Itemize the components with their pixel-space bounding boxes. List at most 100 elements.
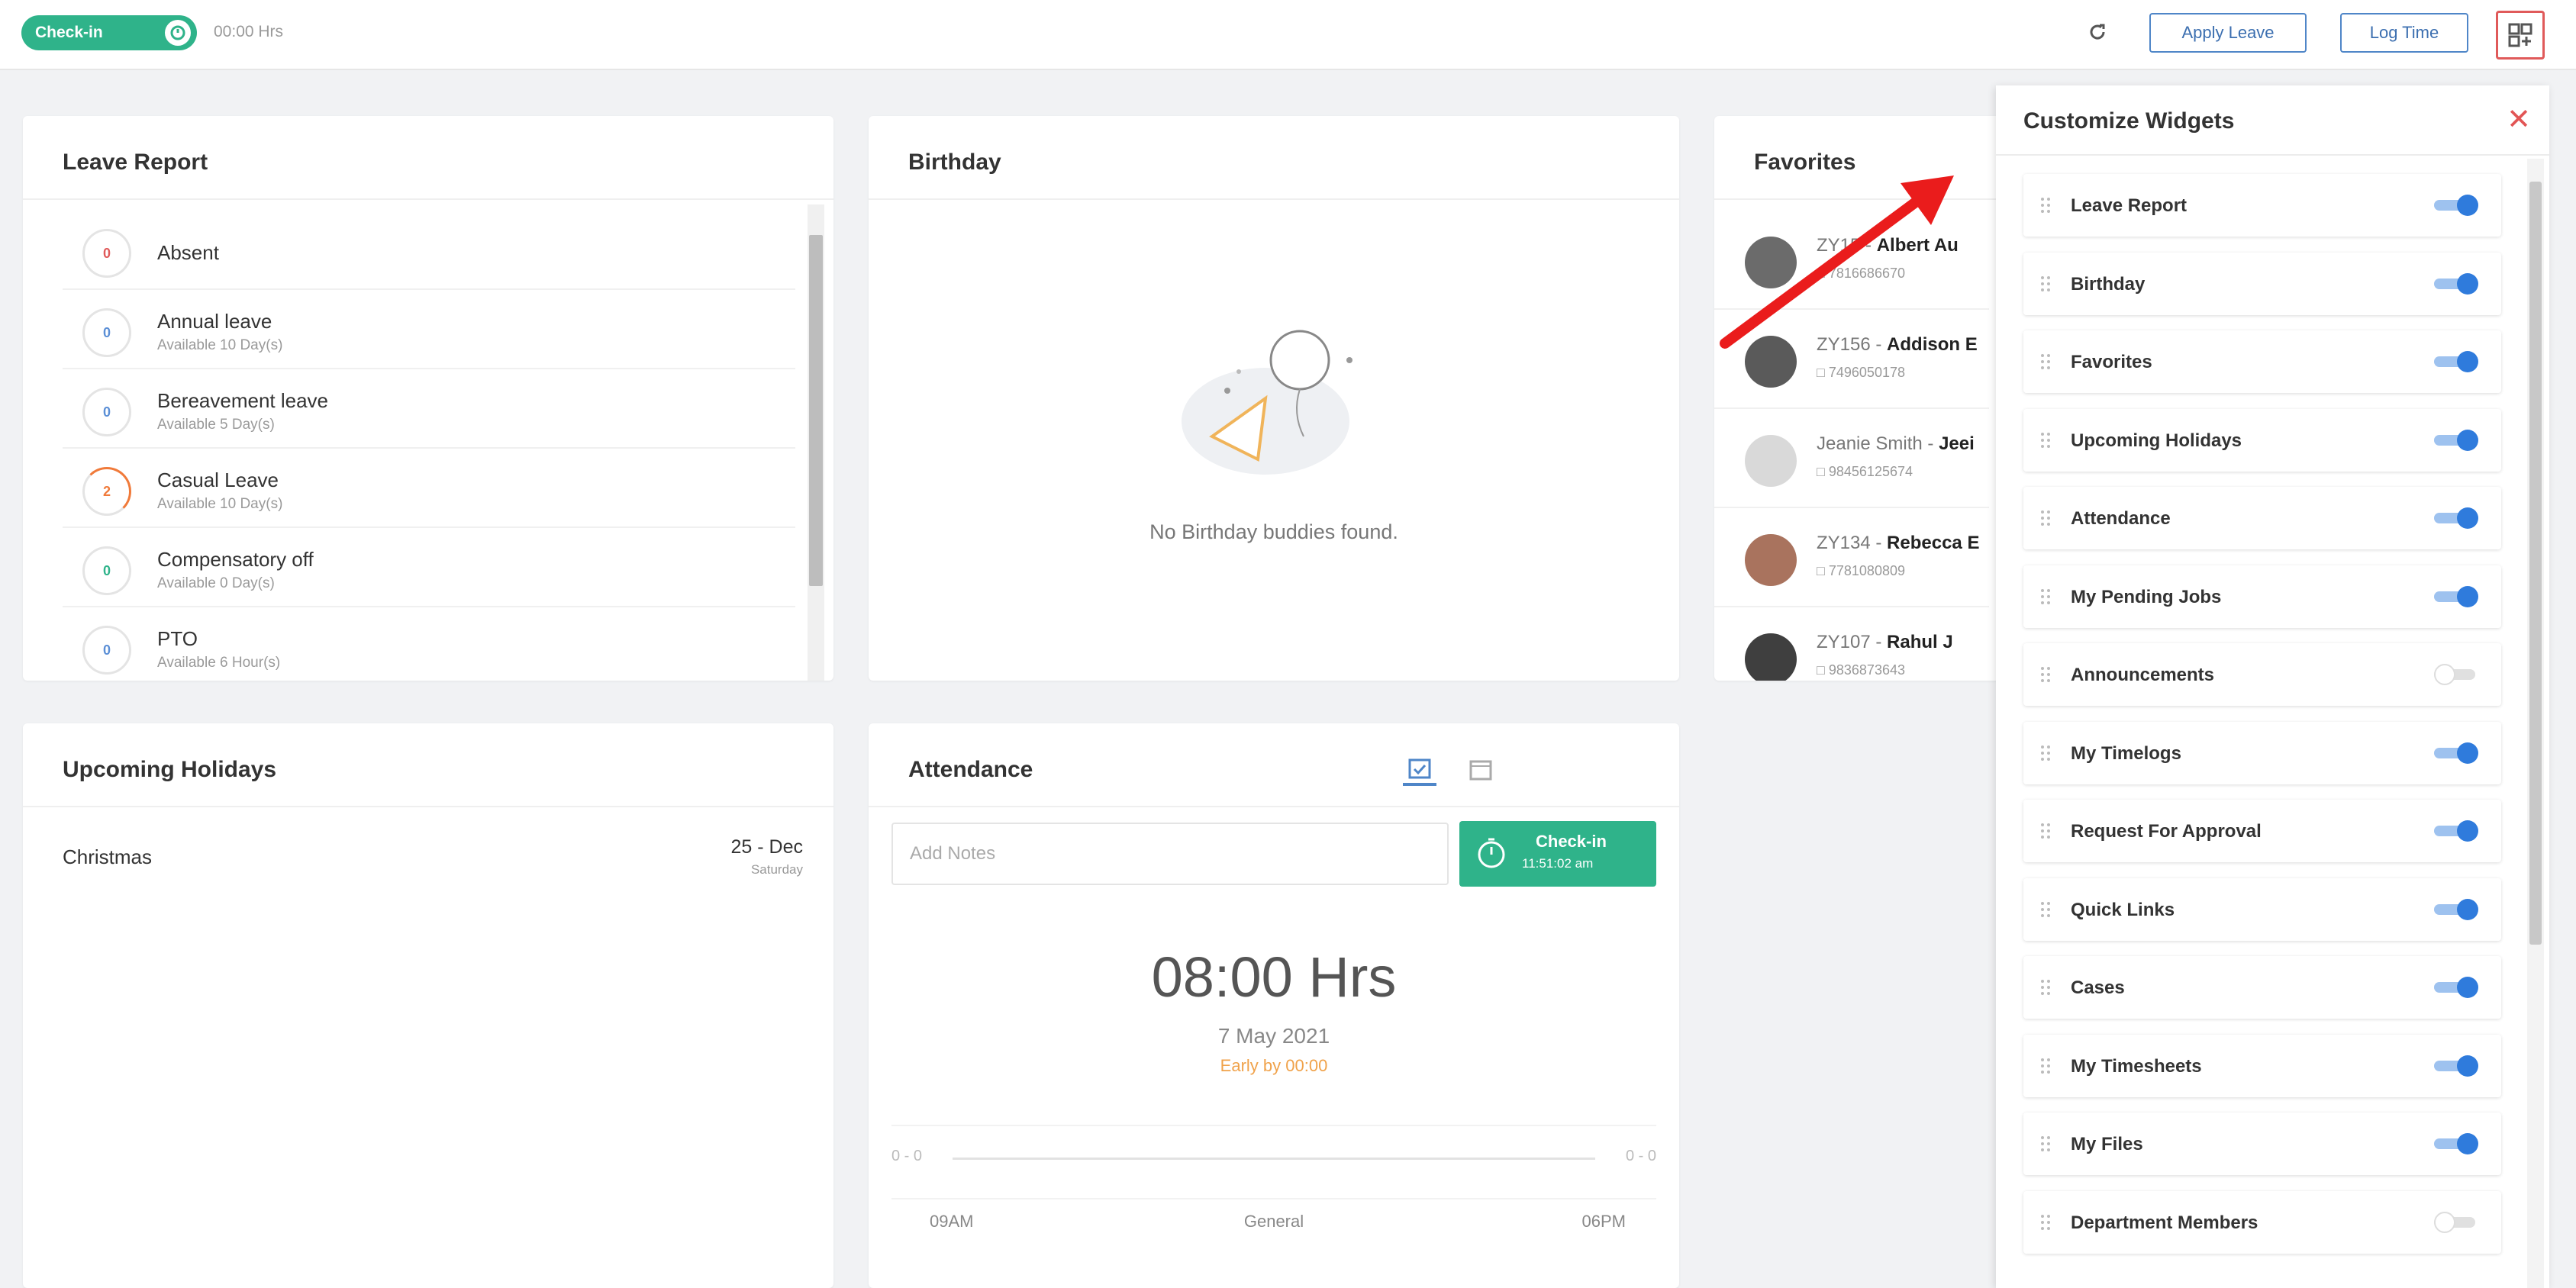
customize-widgets-button[interactable]: [2496, 11, 2545, 60]
widget-toggle-row[interactable]: Birthday: [2023, 252, 2501, 315]
tab-calendar-checked[interactable]: [1403, 752, 1436, 786]
holiday-weekday: Saturday: [750, 862, 803, 877]
scroll-thumb[interactable]: [809, 235, 823, 586]
widget-toggle-switch[interactable]: [2434, 664, 2480, 685]
scroll-thumb[interactable]: [2529, 182, 2542, 945]
widget-toggle-row[interactable]: My Timesheets: [2023, 1034, 2501, 1097]
widget-toggle-row[interactable]: My Files: [2023, 1113, 2501, 1175]
contact-phone: □ 98456125674: [1817, 464, 1913, 479]
drag-handle-icon[interactable]: [2040, 509, 2051, 527]
widget-label: Announcements: [2071, 665, 2215, 685]
widget-toggle-row[interactable]: Upcoming Holidays: [2023, 408, 2501, 472]
log-time-button[interactable]: Log Time: [2340, 13, 2468, 53]
widget-toggle-switch[interactable]: [2434, 507, 2480, 529]
shift-end-label: 06PM: [1581, 1212, 1626, 1231]
attendance-checkin-button[interactable]: Check-in 11:51:02 am: [1459, 821, 1656, 887]
widget-toggle-row[interactable]: Attendance: [2023, 487, 2501, 549]
leave-item[interactable]: 0 PTO Available 6 Hour(s): [63, 607, 795, 681]
drag-handle-icon[interactable]: [2040, 978, 2051, 997]
checkin-label: Check-in: [35, 24, 103, 41]
widget-toggle-switch[interactable]: [2434, 742, 2480, 764]
widget-toggle-row[interactable]: My Timelogs: [2023, 721, 2501, 784]
widget-toggle-switch[interactable]: [2434, 195, 2480, 216]
divider: [869, 198, 1679, 200]
drag-handle-icon[interactable]: [2040, 822, 2051, 840]
divider: [891, 1198, 1656, 1199]
toggle-knob: [2457, 351, 2478, 372]
drag-handle-icon[interactable]: [2040, 1213, 2051, 1232]
favorite-contact[interactable]: Jeanie Smith - Jeei □ 98456125674: [1714, 409, 1989, 508]
leave-scrollbar[interactable]: [808, 204, 824, 681]
widget-toggle-switch[interactable]: [2434, 429, 2480, 451]
panel-title: Customize Widgets: [2023, 108, 2235, 134]
widget-toggle-row[interactable]: Department Members: [2023, 1190, 2501, 1254]
leave-count-ring: 0: [82, 626, 131, 675]
widget-toggle-switch[interactable]: [2434, 820, 2480, 842]
divider: [1996, 154, 2549, 156]
drag-handle-icon[interactable]: [2040, 275, 2051, 293]
leave-item[interactable]: 2 Casual Leave Available 10 Day(s): [63, 449, 795, 528]
leave-item[interactable]: 0 Bereavement leave Available 5 Day(s): [63, 369, 795, 449]
widget-toggle-switch[interactable]: [2434, 1133, 2480, 1154]
leave-item[interactable]: 0 Compensatory off Available 0 Day(s): [63, 528, 795, 607]
contact-name: ZY107 - Rahul J: [1817, 632, 1953, 652]
divider: [869, 806, 1679, 807]
widget-toggle-switch[interactable]: [2434, 351, 2480, 372]
drag-handle-icon[interactable]: [2040, 744, 2051, 762]
toggle-knob: [2457, 429, 2478, 451]
widget-toggle-switch[interactable]: [2434, 272, 2480, 295]
drag-handle-icon[interactable]: [2040, 1057, 2051, 1075]
widget-label: My Files: [2071, 1134, 2143, 1154]
leave-availability: Available 5 Day(s): [157, 417, 275, 433]
holiday-date: 25 - Dec: [730, 836, 803, 858]
attendance-widget: Attendance Check-in 11:51:02 am 08:00 Hr…: [869, 723, 1679, 1288]
favorite-contact[interactable]: ZY107 - Rahul J □ 9836873643: [1714, 607, 1989, 681]
widget-label: Attendance: [2071, 508, 2171, 529]
toggle-knob: [2434, 1211, 2455, 1233]
leave-count-ring: 0: [82, 388, 131, 436]
widget-toggle-row[interactable]: My Pending Jobs: [2023, 565, 2501, 628]
avatar: [1745, 633, 1797, 681]
drag-handle-icon[interactable]: [2040, 431, 2051, 449]
drag-handle-icon[interactable]: [2040, 1135, 2051, 1153]
widget-toggle-row[interactable]: Request For Approval: [2023, 800, 2501, 862]
phone-number: 7496050178: [1828, 365, 1905, 380]
customize-widgets-panel: Customize Widgets ✕ Leave Report Birthday…: [1996, 85, 2549, 1288]
widget-toggle-row[interactable]: Announcements: [2023, 643, 2501, 706]
widget-toggle-switch[interactable]: [2434, 1055, 2480, 1077]
panel-scrollbar[interactable]: [2527, 159, 2544, 1288]
favorite-contact[interactable]: ZY134 - Rebecca E □ 7781080809: [1714, 508, 1989, 607]
apply-leave-button[interactable]: Apply Leave: [2149, 13, 2307, 53]
drag-handle-icon[interactable]: [2040, 353, 2051, 371]
widget-toggle-row[interactable]: Quick Links: [2023, 877, 2501, 941]
widget-toggle-switch[interactable]: [2434, 1211, 2480, 1233]
checkin-toggle[interactable]: Check-in: [21, 15, 197, 50]
leave-count-ring: 0: [82, 229, 131, 278]
widget-toggle-row[interactable]: Cases: [2023, 956, 2501, 1019]
widget-toggle-switch[interactable]: [2434, 898, 2480, 920]
widget-label: Favorites: [2071, 352, 2152, 372]
drag-handle-icon[interactable]: [2040, 900, 2051, 919]
drag-handle-icon[interactable]: [2040, 196, 2051, 214]
widget-label: Birthday: [2071, 273, 2146, 295]
drag-handle-icon[interactable]: [2040, 665, 2051, 684]
widget-toggle-switch[interactable]: [2434, 585, 2480, 607]
contact-name: Jeanie Smith - Jeei: [1817, 433, 1975, 454]
tab-calendar[interactable]: [1464, 752, 1498, 786]
drag-handle-icon[interactable]: [2040, 588, 2051, 606]
widget-toggle-row[interactable]: Leave Report: [2023, 174, 2501, 237]
shift-timeline: [953, 1158, 1595, 1160]
leave-type-name: PTO: [157, 627, 198, 650]
close-icon[interactable]: ✕: [2502, 102, 2536, 136]
leave-item[interactable]: 0 Annual leave Available 10 Day(s): [63, 290, 795, 369]
widget-toggle-switch[interactable]: [2434, 977, 2480, 998]
widget-toggle-row[interactable]: Favorites: [2023, 330, 2501, 393]
widgets-icon: [2508, 23, 2532, 47]
contact-full-name: Rebecca E: [1887, 533, 1980, 553]
add-notes-input[interactable]: [891, 823, 1449, 885]
contact-full-name: Jeei: [1939, 433, 1975, 454]
avatar: [1745, 534, 1797, 586]
checkin-hours: 00:00 Hrs: [214, 23, 284, 40]
leave-item[interactable]: 0 Absent: [63, 211, 795, 290]
refresh-icon[interactable]: [2082, 17, 2113, 47]
